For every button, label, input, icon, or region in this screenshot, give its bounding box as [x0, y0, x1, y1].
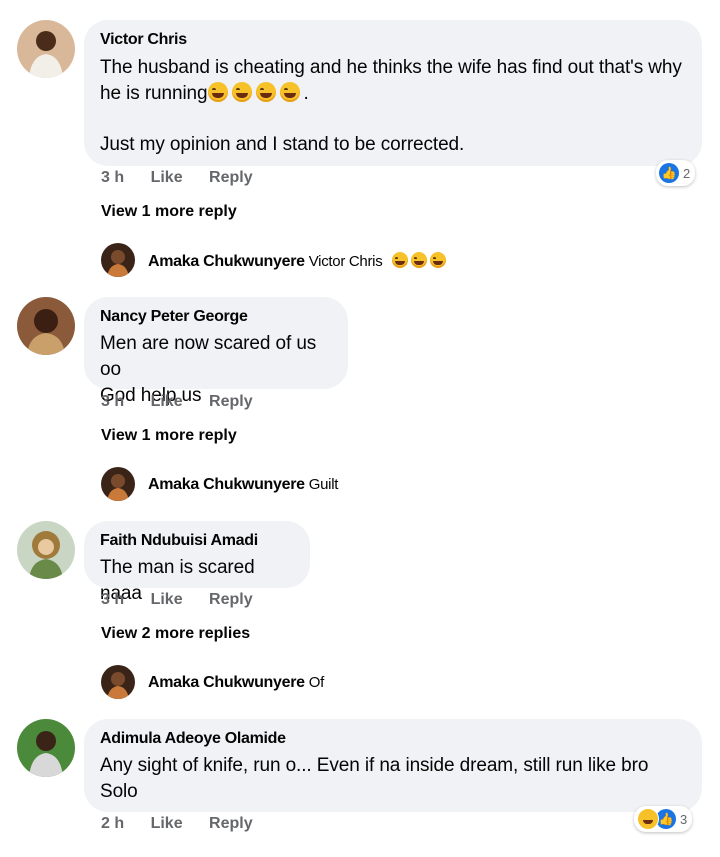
laughing-emoji-icon — [231, 82, 252, 102]
avatar[interactable] — [17, 521, 75, 579]
reaction-summary[interactable]: 👍 2 — [656, 160, 696, 186]
comment-author[interactable]: Faith Ndubuisi Amadi — [100, 531, 294, 551]
laughing-emoji-icon — [410, 252, 427, 268]
comment-text: Men are now scared of us oo — [100, 333, 322, 380]
reply-author: Amaka Chukwunyere Victor Chris — [148, 252, 449, 271]
reaction-summary[interactable]: 👍 3 — [634, 806, 693, 832]
reply-button[interactable]: Reply — [209, 591, 253, 608]
reaction-count: 3 — [680, 811, 688, 827]
reply-author: Amaka Chukwunyere Of — [148, 674, 325, 691]
timestamp[interactable]: 3 h — [101, 169, 124, 186]
like-button[interactable]: Like — [151, 815, 183, 832]
comment-text: Any sight of knife, run o... Even if na … — [100, 755, 649, 776]
laughing-emoji-icon — [391, 252, 408, 268]
avatar[interactable] — [17, 719, 75, 777]
avatar[interactable] — [17, 20, 75, 78]
reply-button[interactable]: Reply — [209, 815, 253, 832]
view-more-replies-link[interactable]: View 1 more reply — [101, 203, 237, 221]
comment-text-line3: Just my opinion and I stand to be correc… — [100, 134, 465, 155]
comment-text: The husband is cheating and he thinks th… — [100, 57, 682, 78]
comment-bubble: Faith Ndubuisi Amadi The man is scared n… — [84, 521, 310, 604]
reply-text: Guilt — [308, 476, 339, 493]
comment-bubble: Nancy Peter George Men are now scared of… — [84, 297, 348, 406]
reaction-count: 2 — [683, 165, 691, 181]
avatar[interactable] — [101, 665, 135, 699]
reply-button[interactable]: Reply — [209, 393, 253, 410]
like-button[interactable]: Like — [151, 591, 183, 608]
comment-text-line2: he is running. — [100, 82, 309, 104]
reply-text: Victor Chris — [308, 253, 383, 270]
reply-button[interactable]: Reply — [209, 169, 253, 186]
comment-author[interactable]: Adimula Adeoye Olamide — [100, 729, 686, 749]
comment-author[interactable]: Victor Chris — [100, 30, 686, 50]
comment-text-line2: Solo — [100, 781, 138, 802]
avatar[interactable] — [101, 243, 135, 277]
thumbs-up-icon: 👍 — [659, 163, 679, 183]
laughing-emoji-icon — [429, 252, 446, 268]
comment-bubble: Victor Chris The husband is cheating and… — [84, 20, 702, 166]
reply-text: Of — [308, 674, 325, 691]
like-button[interactable]: Like — [151, 393, 183, 410]
comment-actions: 3 h Like Reply — [101, 169, 275, 187]
view-more-replies-link[interactable]: View 2 more replies — [101, 625, 250, 643]
thumbs-up-icon: 👍 — [656, 809, 676, 829]
avatar[interactable] — [101, 467, 135, 501]
timestamp[interactable]: 3 h — [101, 591, 124, 608]
comment-actions: 3 h Like Reply — [101, 591, 275, 609]
comment-actions: 2 h Like Reply — [101, 815, 275, 833]
view-more-replies-link[interactable]: View 1 more reply — [101, 427, 237, 445]
comment-actions: 3 h Like Reply — [101, 393, 275, 411]
timestamp[interactable]: 2 h — [101, 815, 124, 832]
laughing-emoji-icon — [279, 82, 300, 102]
laughing-face-icon — [637, 808, 659, 830]
like-button[interactable]: Like — [151, 169, 183, 186]
comment-author[interactable]: Nancy Peter George — [100, 307, 332, 327]
avatar[interactable] — [17, 297, 75, 355]
reply-author: Amaka Chukwunyere Guilt — [148, 476, 339, 493]
laughing-emoji-icon — [255, 82, 276, 102]
comment-bubble: Adimula Adeoye Olamide Any sight of knif… — [84, 719, 702, 812]
timestamp[interactable]: 3 h — [101, 393, 124, 410]
laughing-emoji-icon — [207, 82, 228, 102]
